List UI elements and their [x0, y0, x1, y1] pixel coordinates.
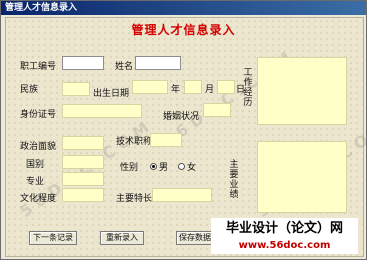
gender-male-radio[interactable]: [150, 163, 157, 170]
work-experience-textarea[interactable]: [257, 57, 347, 125]
page-title: 管理人才信息录入: [131, 23, 236, 37]
education-input[interactable]: [62, 188, 104, 202]
watermark-banner-title: 毕业设计（论文）网: [225, 221, 343, 236]
major-input[interactable]: [62, 172, 104, 186]
watermark-banner-url: www.56doc.com: [238, 240, 331, 251]
name-input[interactable]: [135, 56, 181, 70]
political-status-input[interactable]: [62, 136, 104, 150]
specialty-label: 主要特长: [116, 194, 153, 204]
birth-date-label: 出生日期: [93, 89, 130, 99]
gender-radio-group: 男 女: [150, 160, 196, 173]
marital-status-label: 婚姻状况: [163, 112, 200, 122]
watermark-banner: 毕业设计（论文）网 www.56doc.com: [211, 218, 358, 254]
birth-year-input[interactable]: [132, 80, 168, 94]
birth-day-input[interactable]: [217, 80, 235, 94]
birth-month-input[interactable]: [184, 80, 202, 94]
id-no-input[interactable]: [62, 104, 142, 118]
nationality-label: 国别: [26, 160, 45, 170]
ethnicity-input[interactable]: [62, 82, 90, 96]
political-status-label: 政治面貌: [20, 142, 57, 152]
work-experience-label: 工作经历: [243, 68, 253, 108]
gender-female-radio[interactable]: [178, 163, 186, 170]
main-achievements-label: 主要业绩: [229, 160, 239, 200]
technical-title-input[interactable]: [150, 133, 182, 147]
id-no-label: 身份证号: [20, 110, 57, 120]
gender-label: 性别: [120, 163, 139, 173]
technical-title-label: 技术职称: [116, 137, 153, 147]
education-label: 文化程度: [20, 194, 57, 204]
employee-no-input[interactable]: [62, 56, 104, 70]
main-achievements-textarea[interactable]: [257, 141, 347, 213]
major-label: 专业: [26, 177, 45, 187]
gender-female-label: 女: [187, 163, 197, 173]
specialty-input[interactable]: [152, 188, 212, 202]
year-label: 年: [171, 85, 181, 95]
marital-status-input[interactable]: [203, 103, 231, 117]
employee-no-label: 职工编号: [20, 62, 57, 72]
month-label: 月: [205, 85, 215, 95]
ethnicity-label: 民族: [20, 85, 39, 95]
nationality-input[interactable]: [62, 155, 104, 169]
next-record-button[interactable]: 下一条记录: [29, 231, 77, 245]
re-enter-button[interactable]: 重新录入: [100, 231, 144, 245]
save-button[interactable]: 保存数据: [176, 231, 214, 245]
gender-male-label: 男: [159, 163, 169, 173]
window-title: 管理人才信息录入: [1, 1, 366, 15]
name-label: 姓名: [115, 62, 134, 72]
